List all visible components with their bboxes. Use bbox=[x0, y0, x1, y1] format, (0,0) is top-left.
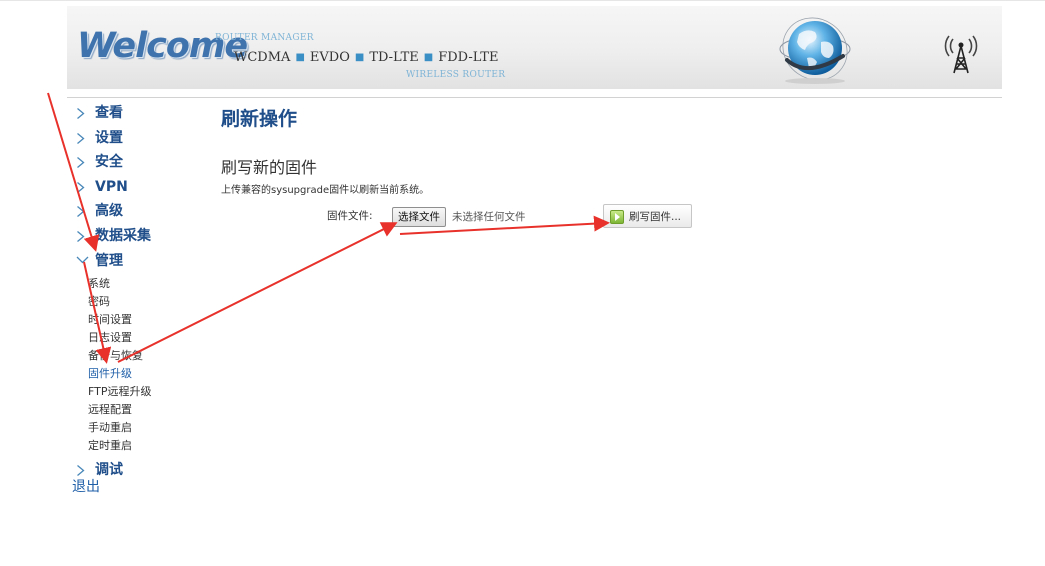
tech-wcdma: WCDMA bbox=[234, 50, 291, 65]
submenu-item-time-settings[interactable]: 时间设置 bbox=[88, 311, 212, 329]
sidebar-item-label: VPN bbox=[95, 178, 128, 195]
firmware-file-label: 固件文件: bbox=[327, 210, 373, 222]
play-icon bbox=[610, 210, 624, 224]
wireless-router-label: WIRELESS ROUTER bbox=[406, 70, 506, 80]
chevron-right-icon bbox=[76, 126, 90, 150]
submenu-item-firmware-upgrade[interactable]: 固件升级 bbox=[88, 365, 212, 383]
tech-evdo: EVDO bbox=[309, 50, 350, 65]
flash-firmware-button[interactable]: 刷写固件... bbox=[603, 204, 692, 228]
chevron-right-icon bbox=[76, 150, 90, 174]
section-description: 上传兼容的sysupgrade固件以刷新当前系统。 bbox=[221, 185, 430, 196]
sidebar-item-view[interactable]: 查看 bbox=[72, 101, 212, 126]
top-border bbox=[0, 0, 1045, 1]
sidebar-item-label: 安全 bbox=[95, 154, 123, 171]
sidebar-item-management[interactable]: 管理 bbox=[72, 249, 212, 274]
tech-td-lte: TD-LTE bbox=[369, 50, 419, 65]
sidebar-item-vpn[interactable]: VPN bbox=[72, 175, 212, 200]
sidebar-item-advanced[interactable]: 高级 bbox=[72, 199, 212, 224]
submenu-item-backup-restore[interactable]: 备份与恢复 bbox=[88, 347, 212, 365]
router-manager-label: ROUTER MANAGER bbox=[215, 33, 314, 43]
sidebar-item-security[interactable]: 安全 bbox=[72, 150, 212, 175]
header-divider bbox=[67, 97, 1002, 98]
chevron-right-icon bbox=[76, 224, 90, 248]
antenna-tower-icon bbox=[944, 35, 978, 74]
submenu-item-log-settings[interactable]: 日志设置 bbox=[88, 329, 212, 347]
flash-firmware-label: 刷写固件... bbox=[629, 211, 682, 223]
submenu-item-scheduled-reboot[interactable]: 定时重启 bbox=[88, 437, 212, 455]
chevron-right-icon bbox=[76, 175, 90, 199]
sidebar-nav: 查看 设置 安全 VPN 高级 数据采集 管理 系统 密码 时间设置 日志设置 … bbox=[72, 101, 212, 483]
globe-icon bbox=[779, 17, 851, 84]
management-submenu: 系统 密码 时间设置 日志设置 备份与恢复 固件升级 FTP远程升级 远程配置 … bbox=[72, 275, 212, 455]
file-status-text: 未选择任何文件 bbox=[452, 211, 526, 223]
sidebar-item-label: 数据采集 bbox=[95, 227, 151, 244]
submenu-item-manual-reboot[interactable]: 手动重启 bbox=[88, 419, 212, 437]
section-title: 刷写新的固件 bbox=[221, 158, 318, 177]
sidebar-item-label: 管理 bbox=[95, 252, 123, 269]
technology-list: WCDMA ■ EVDO ■ TD-LTE ■ FDD-LTE bbox=[234, 50, 498, 65]
separator-dot: ■ bbox=[354, 52, 365, 63]
page-title: 刷新操作 bbox=[221, 108, 298, 130]
sidebar-item-settings[interactable]: 设置 bbox=[72, 126, 212, 151]
sidebar-item-label: 高级 bbox=[95, 203, 123, 220]
submenu-item-remote-config[interactable]: 远程配置 bbox=[88, 401, 212, 419]
header-banner: Welcome ROUTER MANAGER WCDMA ■ EVDO ■ TD-LTE… bbox=[67, 6, 1002, 89]
sidebar-item-label: 查看 bbox=[95, 105, 123, 121]
chevron-right-icon bbox=[76, 101, 90, 125]
sidebar-item-data-collection[interactable]: 数据采集 bbox=[72, 224, 212, 249]
welcome-logo: Welcome bbox=[77, 26, 248, 66]
chevron-down-icon bbox=[76, 249, 90, 273]
choose-file-button[interactable]: 选择文件 bbox=[392, 207, 446, 227]
tech-fdd-lte: FDD-LTE bbox=[438, 50, 499, 65]
separator-dot: ■ bbox=[295, 52, 305, 63]
submenu-item-system[interactable]: 系统 bbox=[88, 275, 212, 293]
separator-dot: ■ bbox=[423, 52, 434, 63]
submenu-item-ftp-upgrade[interactable]: FTP远程升级 bbox=[88, 383, 212, 401]
sidebar-item-label: 设置 bbox=[95, 129, 123, 146]
chevron-right-icon bbox=[76, 199, 90, 223]
logout-link[interactable]: 退出 bbox=[72, 476, 100, 496]
submenu-item-password[interactable]: 密码 bbox=[88, 293, 212, 311]
